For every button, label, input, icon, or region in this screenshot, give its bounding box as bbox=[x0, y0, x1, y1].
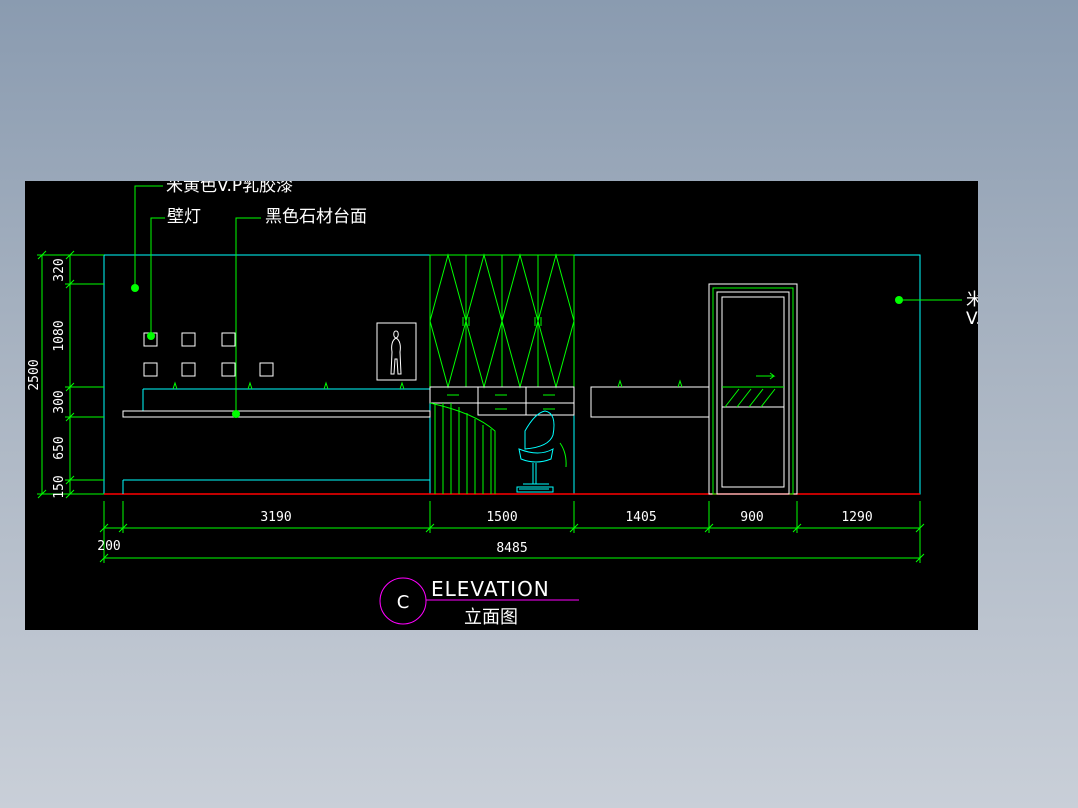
dim-h-3190: 3190 bbox=[260, 510, 291, 525]
picture-frame bbox=[376, 322, 417, 381]
dim-v-650: 650 bbox=[52, 436, 67, 459]
dim-v-150: 150 bbox=[52, 475, 67, 498]
wall-lamp bbox=[181, 332, 196, 347]
figure-silhouette bbox=[390, 330, 402, 375]
right-counter-box bbox=[590, 386, 710, 418]
desk bbox=[429, 386, 575, 416]
wall-lamp bbox=[221, 362, 236, 377]
right-counter bbox=[590, 386, 710, 418]
wall-lamp bbox=[143, 362, 158, 377]
chair-seat bbox=[518, 448, 554, 463]
label-wall-lamp: 壁灯 bbox=[167, 207, 201, 227]
leader-wall-lamp bbox=[150, 217, 165, 336]
elevation-drawing: 米黄色V.P乳胶漆 壁灯 黑色石材台面 米黄色 V.P乳胶漆 320 1080 … bbox=[27, 181, 978, 628]
title-english: ELEVATION bbox=[431, 577, 550, 601]
dim-v-300: 300 bbox=[52, 390, 67, 413]
cad-drawing-canvas[interactable]: 米黄色V.P乳胶漆 壁灯 黑色石材台面 米黄色 V.P乳胶漆 320 1080 … bbox=[25, 181, 978, 630]
dim-v-1080: 1080 bbox=[52, 320, 67, 351]
wall-boundary bbox=[103, 254, 921, 495]
vertical-dimensions bbox=[37, 250, 104, 499]
callout-dots bbox=[131, 284, 903, 418]
label-stone-counter: 黑色石材台面 bbox=[265, 207, 367, 227]
stone-counter bbox=[122, 388, 431, 494]
wall-outline bbox=[103, 254, 921, 495]
dim-h-900: 900 bbox=[740, 510, 763, 525]
title-marker: C bbox=[397, 592, 410, 613]
leader-stone-counter bbox=[235, 217, 261, 414]
dim-h-200: 200 bbox=[97, 539, 120, 554]
desk-side-panel bbox=[429, 402, 496, 494]
label-right-paint-1: 米黄色 bbox=[966, 290, 978, 310]
horizontal-dimension-labels: 3190 1500 1405 900 1290 200 8485 bbox=[97, 510, 872, 556]
title-block: C ELEVATION 立面图 bbox=[379, 577, 579, 628]
door-frame-inner bbox=[712, 287, 794, 495]
door bbox=[708, 283, 798, 495]
door-leaf bbox=[716, 291, 790, 495]
label-right-paint-2: V.P乳胶漆 bbox=[966, 309, 978, 329]
upper-cabinets bbox=[429, 253, 575, 389]
leader-paint bbox=[134, 185, 163, 288]
office-chair bbox=[516, 410, 567, 493]
chair-back bbox=[524, 410, 555, 450]
title-chinese: 立面图 bbox=[464, 607, 518, 628]
dim-h-total: 8485 bbox=[496, 541, 527, 556]
vertical-dimension-labels: 320 1080 300 650 150 2500 bbox=[27, 258, 67, 498]
dim-h-1405: 1405 bbox=[625, 510, 656, 525]
label-top-paint: 米黄色V.P乳胶漆 bbox=[166, 181, 293, 196]
counter-slab bbox=[122, 410, 431, 418]
dim-h-1500: 1500 bbox=[486, 510, 517, 525]
dim-v-320: 320 bbox=[52, 258, 67, 281]
counter-lights bbox=[172, 381, 405, 390]
callout-leaders bbox=[134, 185, 962, 414]
wall-lamp bbox=[259, 362, 274, 377]
door-panel bbox=[721, 296, 785, 488]
wall-lamp bbox=[221, 332, 236, 347]
wall-lamps bbox=[143, 332, 274, 377]
wall-lamp bbox=[181, 362, 196, 377]
right-counter-lights bbox=[617, 379, 683, 388]
dim-v-total: 2500 bbox=[27, 359, 42, 390]
desk-handles bbox=[447, 394, 555, 410]
dim-h-1290: 1290 bbox=[841, 510, 872, 525]
